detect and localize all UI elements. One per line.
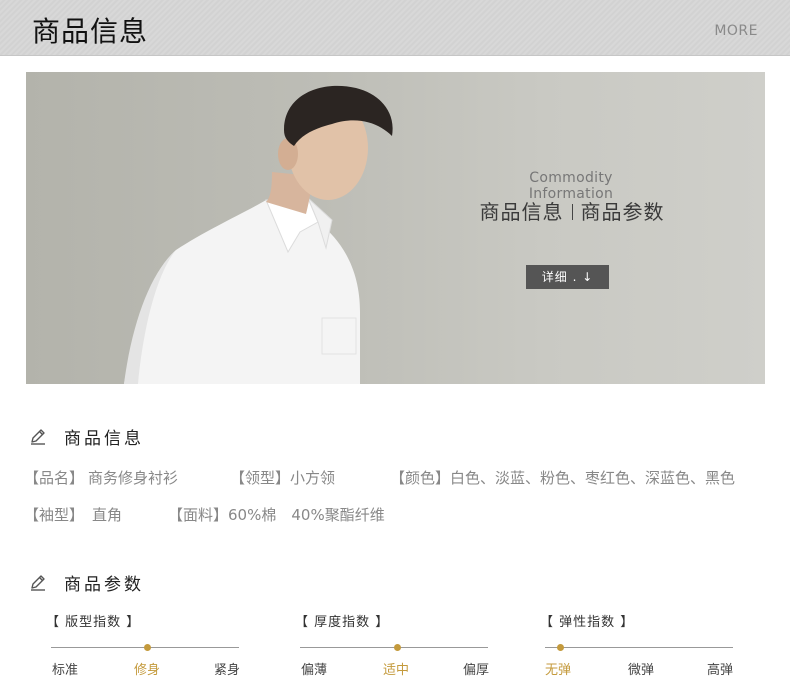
- fit-index-scale: 【 版型指数 】 标准 修身 紧身: [46, 608, 246, 684]
- param-title: 【 厚度指数 】: [295, 615, 390, 630]
- info-value: 小方领: [290, 469, 336, 487]
- info-value: 直角: [92, 506, 123, 524]
- param-title: 【 版型指数 】: [46, 615, 141, 630]
- model-photo: [124, 85, 393, 384]
- scale-label: 偏薄: [301, 663, 328, 678]
- info-section-heading: 商品信息: [28, 424, 144, 449]
- param-title: 【 弹性指数 】: [540, 615, 635, 630]
- info-item-sleeve: 【袖型】 直角: [24, 504, 122, 525]
- banner-cn-left: 商品信息: [479, 200, 564, 224]
- scale-label: 高弹: [707, 663, 734, 678]
- scale-track: [545, 647, 733, 648]
- info-value: 60%棉 40%聚酯纤维: [228, 506, 385, 524]
- detail-button[interactable]: 详细 . ↓: [526, 265, 609, 289]
- info-key: 【领型】: [230, 469, 291, 487]
- info-key: 【面料】: [168, 506, 229, 524]
- more-link[interactable]: MORE: [714, 23, 758, 39]
- scale-marker: [557, 644, 564, 651]
- info-key: 【品名】: [24, 469, 85, 487]
- page-title: 商品信息: [32, 15, 149, 48]
- info-key: 【颜色】: [390, 469, 451, 487]
- info-item-fabric: 【面料】60%棉 40%聚酯纤维: [168, 504, 385, 525]
- scale-label: 标准: [52, 663, 79, 678]
- scale-marker: [394, 644, 401, 651]
- info-item-color: 【颜色】白色、淡蓝、粉色、枣红色、深蓝色、黑色: [390, 467, 735, 488]
- product-banner: Commodity Information 商品信息 商品参数 详细 . ↓: [26, 72, 765, 384]
- scale-label: 偏厚: [463, 663, 490, 678]
- param-section-heading: 商品参数: [28, 570, 144, 595]
- param-section-title: 商品参数: [64, 574, 144, 595]
- elasticity-index-scale: 【 弹性指数 】 无弹 微弹 高弹: [540, 608, 740, 684]
- info-section-title: 商品信息: [64, 428, 144, 449]
- info-value: 商务修身衬衫: [88, 469, 179, 487]
- thickness-index-scale: 【 厚度指数 】 偏薄 适中 偏厚: [295, 608, 495, 684]
- scale-marker: [144, 644, 151, 651]
- scale-label: 修身: [134, 663, 161, 678]
- info-item-name: 【品名】 商务修身衬衫: [24, 467, 178, 488]
- banner-cn-right: 商品参数: [580, 200, 665, 224]
- info-item-collar: 【领型】小方领: [230, 467, 335, 488]
- info-value: 白色、淡蓝、粉色、枣红色、深蓝色、黑色: [450, 469, 736, 487]
- info-key: 【袖型】: [24, 506, 85, 524]
- banner-divider: [571, 204, 573, 220]
- scale-label: 微弹: [628, 663, 655, 678]
- pencil-icon: [31, 575, 45, 591]
- scale-label: 适中: [383, 663, 410, 678]
- pencil-icon: [31, 429, 45, 445]
- scale-label: 紧身: [214, 663, 241, 678]
- section-header-bar: 商品信息 MORE: [0, 0, 790, 56]
- scale-label: 无弹: [545, 663, 572, 678]
- banner-cn-title: 商品信息 商品参数: [472, 196, 672, 225]
